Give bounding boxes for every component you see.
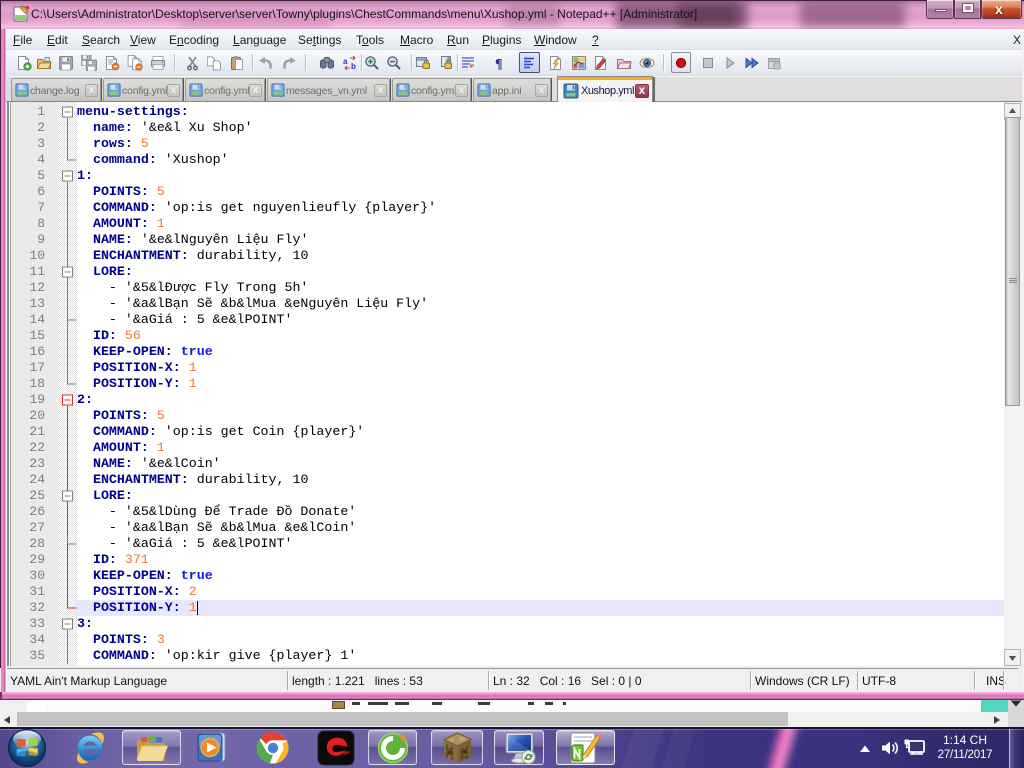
svg-text:b: b	[351, 62, 356, 71]
svg-text:a: a	[343, 57, 348, 66]
svg-text:¶: ¶	[495, 57, 503, 71]
